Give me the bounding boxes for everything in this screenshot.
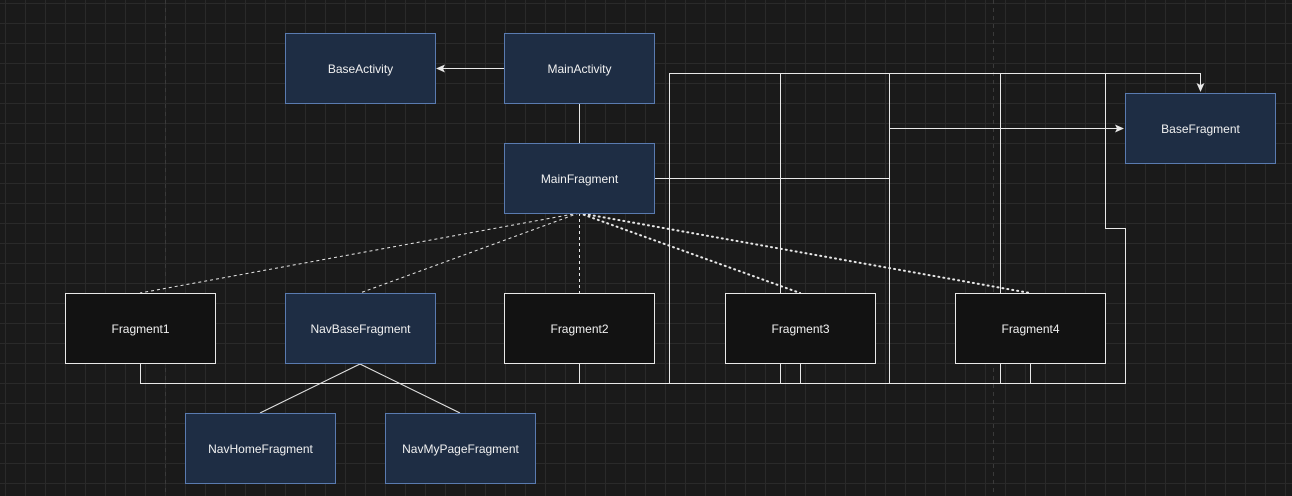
node-label: NavHomeFragment (208, 441, 313, 456)
diagram-canvas[interactable]: BaseActivity MainActivity MainFragment B… (0, 0, 1292, 496)
node-base-fragment[interactable]: BaseFragment (1125, 93, 1276, 164)
node-label: BaseFragment (1161, 121, 1240, 136)
edge-navbase-navhome[interactable] (259, 363, 361, 414)
node-fragment4[interactable]: Fragment4 (955, 293, 1106, 364)
node-label: NavMyPageFragment (402, 441, 519, 456)
edge-mainfragment-fragment4[interactable] (578, 212, 1031, 294)
node-main-fragment[interactable]: MainFragment (504, 143, 655, 214)
node-label: BaseActivity (327, 61, 394, 76)
node-fragment3[interactable]: Fragment3 (725, 293, 876, 364)
node-label: MainFragment (540, 171, 619, 186)
node-label: NavBaseFragment (310, 321, 411, 336)
node-label: Fragment1 (111, 321, 170, 336)
node-nav-home-fragment[interactable]: NavHomeFragment (185, 413, 336, 484)
node-fragment1[interactable]: Fragment1 (65, 293, 216, 364)
edge-mainfragment-navbasefragment[interactable] (359, 212, 580, 294)
edge-mainfragment-fragment3[interactable] (578, 212, 801, 294)
node-main-activity[interactable]: MainActivity (504, 33, 655, 104)
node-label: Fragment2 (550, 321, 609, 336)
edge-mainfragment-fragment1[interactable] (139, 212, 580, 294)
node-fragment2[interactable]: Fragment2 (504, 293, 655, 364)
node-label: MainActivity (547, 61, 612, 76)
node-base-activity[interactable]: BaseActivity (285, 33, 436, 104)
node-nav-base-fragment[interactable]: NavBaseFragment (285, 293, 436, 364)
edge-navbase-navmypage[interactable] (359, 363, 461, 414)
node-label: Fragment3 (771, 321, 830, 336)
node-nav-my-page-fragment[interactable]: NavMyPageFragment (385, 413, 536, 484)
node-label: Fragment4 (1001, 321, 1060, 336)
